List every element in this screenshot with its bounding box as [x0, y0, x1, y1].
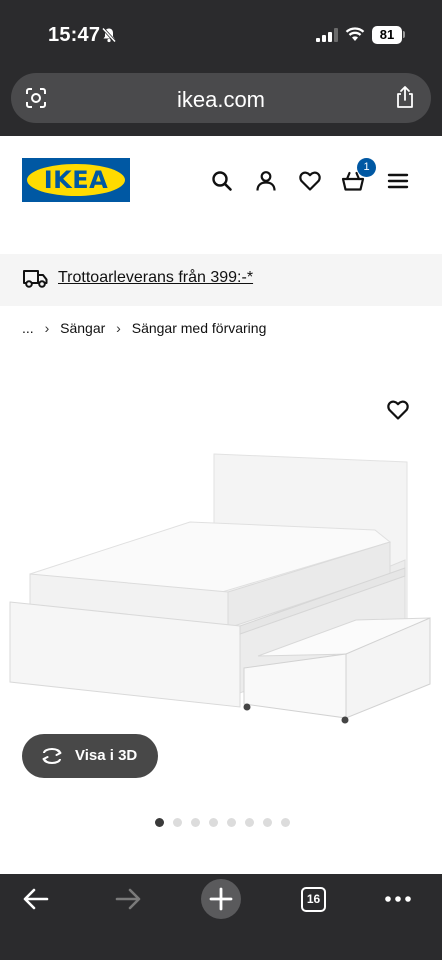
more-icon[interactable] [384, 889, 412, 909]
status-time: 15:47 [48, 24, 101, 46]
new-tab-button[interactable] [201, 879, 241, 919]
bed-caster [341, 716, 349, 724]
browser-toolbar: ikea.com [0, 70, 442, 136]
status-bar: 15:47 81 [0, 0, 442, 70]
delivery-text[interactable]: Trottoarleverans från 399:-* [58, 269, 253, 287]
gallery-dot[interactable] [191, 818, 200, 827]
battery-indicator: 81 [372, 26, 402, 44]
ikea-logo[interactable]: IKEA [22, 158, 130, 202]
gallery-dot[interactable] [245, 818, 254, 827]
cart-count-badge: 1 [357, 158, 376, 177]
gallery-dot[interactable] [281, 818, 290, 827]
view-in-3d-label: Visa i 3D [75, 747, 138, 764]
truck-icon [23, 270, 48, 288]
breadcrumb-item-storage-beds[interactable]: Sängar med förvaring [132, 320, 267, 336]
menu-icon[interactable] [386, 169, 410, 193]
cellular-signal-icon [316, 28, 338, 42]
rotate-3d-icon [42, 748, 62, 764]
gallery-dot[interactable] [173, 818, 182, 827]
share-icon[interactable] [395, 85, 415, 109]
breadcrumb-item-more[interactable]: ... [22, 320, 34, 336]
chevron-right-icon: › [44, 320, 50, 336]
favourite-heart-icon[interactable] [386, 398, 410, 422]
chevron-right-icon: › [116, 320, 121, 336]
gallery-dot[interactable] [155, 818, 164, 827]
product-gallery[interactable]: Visa i 3D [0, 360, 442, 870]
bed-caster [243, 703, 251, 711]
do-not-disturb-bell-icon [101, 27, 117, 43]
plus-icon [209, 887, 233, 911]
wifi-icon [345, 27, 365, 41]
tab-switcher-button[interactable]: 16 [301, 887, 326, 912]
back-arrow-icon[interactable] [22, 886, 50, 912]
gallery-dot[interactable] [227, 818, 236, 827]
forward-arrow-icon[interactable] [114, 886, 142, 912]
search-icon[interactable] [210, 169, 234, 193]
gallery-pagination [155, 818, 290, 827]
logo-text: IKEA [43, 166, 109, 194]
breadcrumb: ... › Sängar › Sängar med förvaring [22, 320, 266, 336]
battery-tip [403, 31, 405, 38]
gallery-dot[interactable] [263, 818, 272, 827]
browser-bottom-bar: 16 [0, 874, 442, 960]
bed-product-image [9, 453, 431, 724]
site-header: IKEA 1 [0, 136, 442, 254]
account-icon[interactable] [254, 169, 278, 193]
gallery-dot[interactable] [209, 818, 218, 827]
heart-icon[interactable] [298, 169, 322, 193]
url-text: ikea.com [176, 87, 266, 112]
breadcrumb-item-beds[interactable]: Sängar [60, 320, 105, 336]
delivery-banner[interactable]: Trottoarleverans från 399:-* [0, 254, 442, 306]
address-bar[interactable]: ikea.com [11, 73, 431, 123]
view-in-3d-button[interactable]: Visa i 3D [22, 734, 158, 778]
